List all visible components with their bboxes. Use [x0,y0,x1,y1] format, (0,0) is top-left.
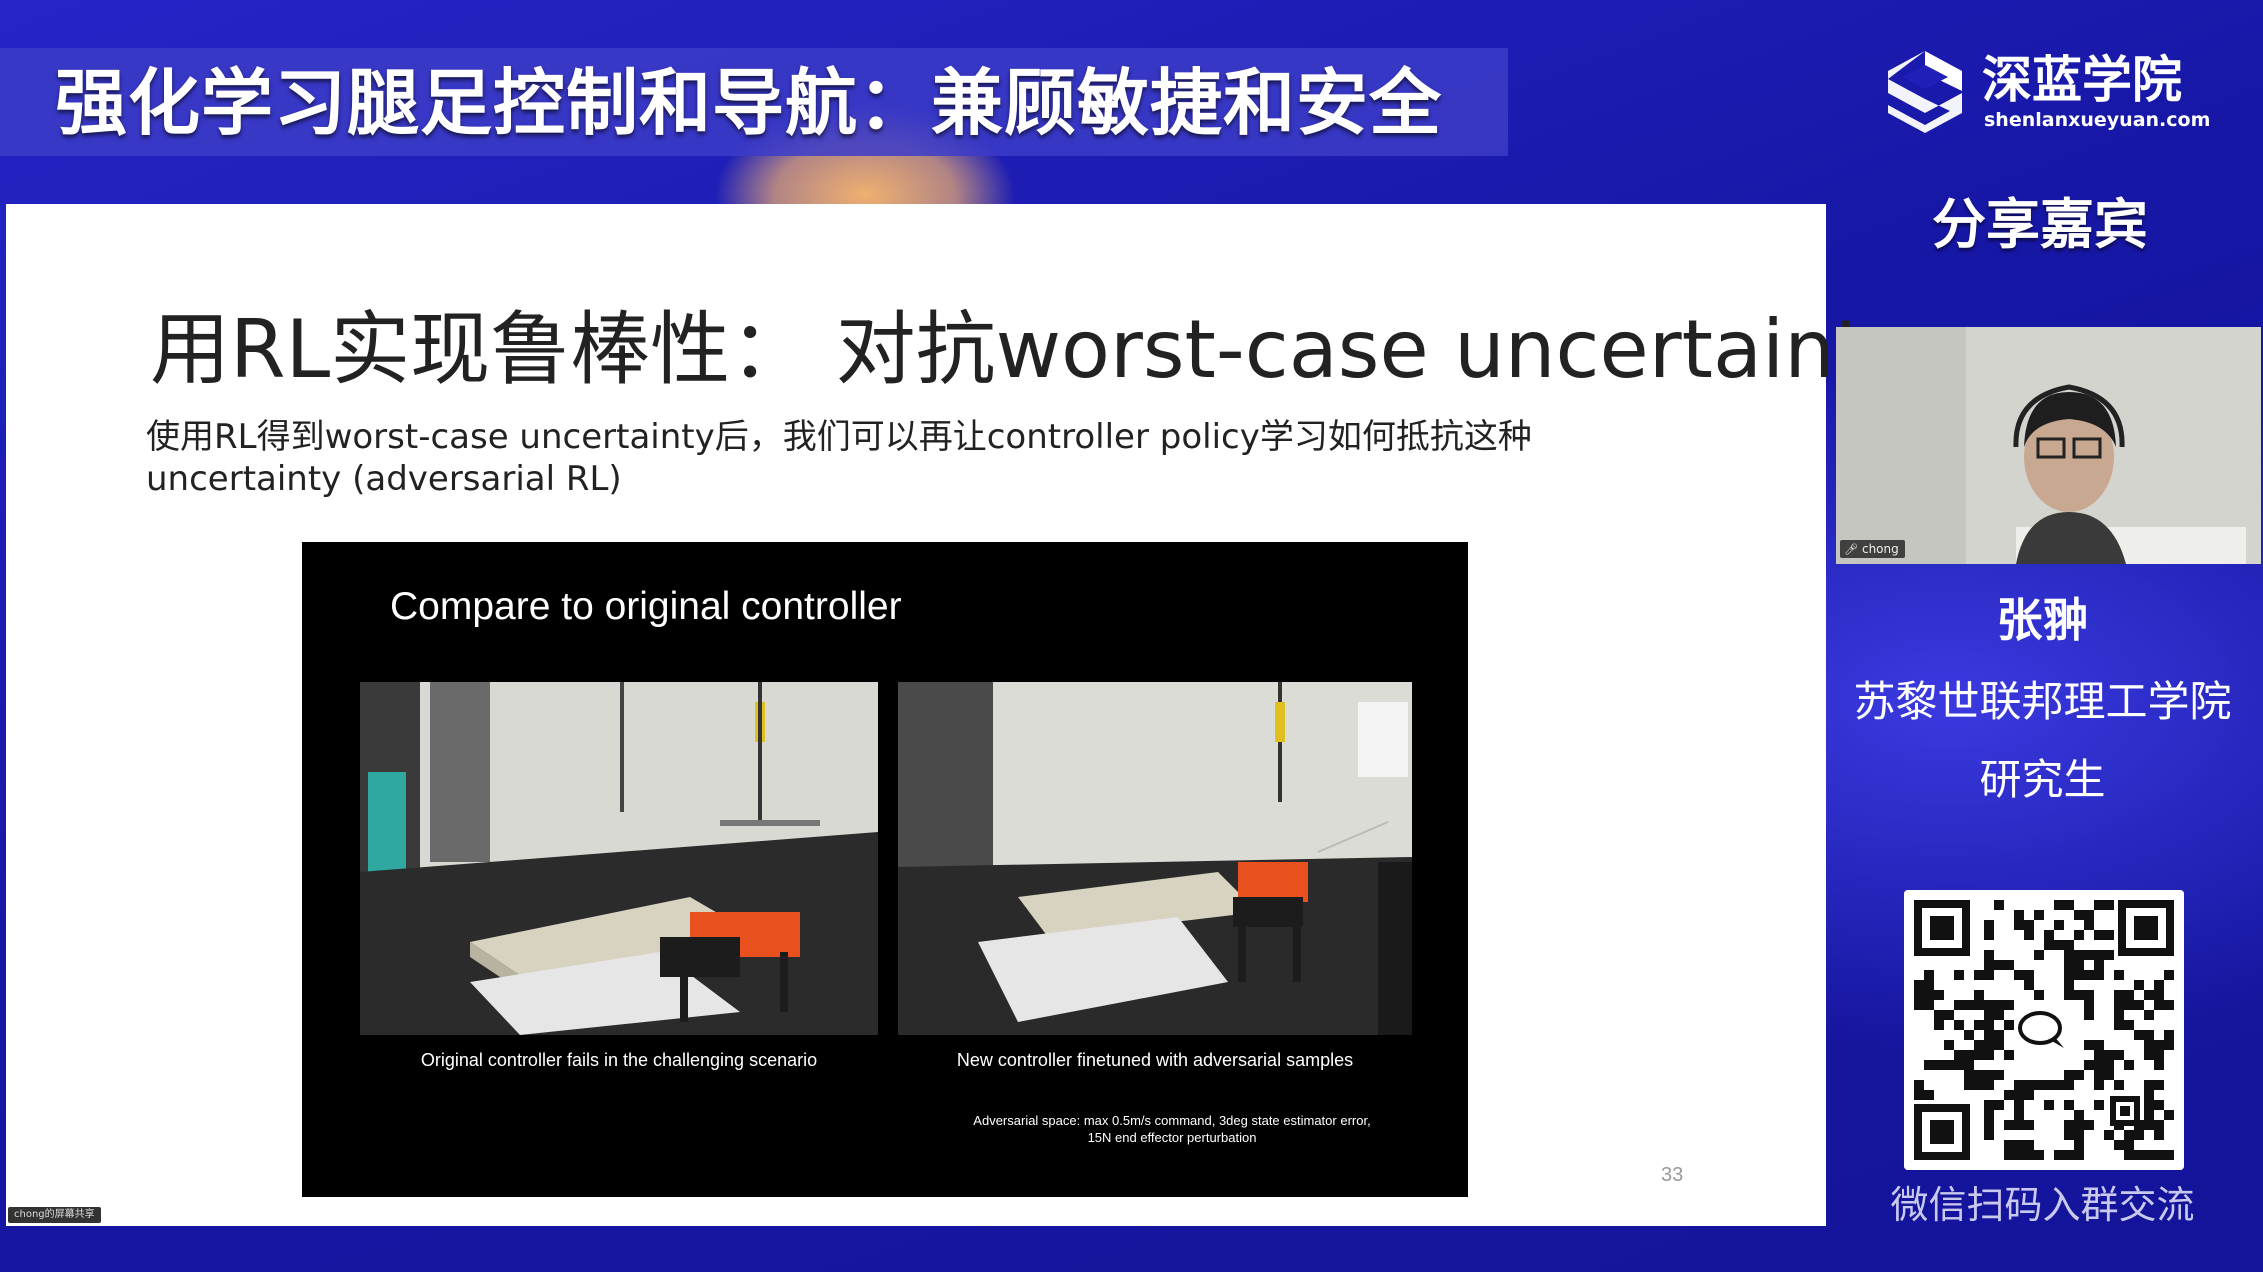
page-title: 强化学习腿足控制和导航：兼顾敏捷和安全 [55,61,1443,145]
embedded-video[interactable]: Compare to original controller Original … [302,542,1468,1197]
slide-title: 用RL实现鲁棒性： 对抗worst-case uncertainty [150,303,1914,396]
adversarial-note-line1: Adversarial space: max 0.5m/s command, 3… [973,1113,1371,1128]
microphone-icon: 🎤︎ [1844,543,1858,556]
speaker-name: 张翀 [1996,593,2089,647]
brand: 深蓝学院 shenlanxueyuan.com [1880,45,2210,145]
webcam-name-label: 🎤︎ chong [1840,540,1905,558]
slide-page-number: 33 [1661,1164,1684,1186]
webcam-name: chong [1861,542,1899,556]
brand-name: 深蓝学院 [1982,51,2182,109]
caption-new-controller: New controller finetuned with adversaria… [956,1050,1354,1070]
adversarial-space-note: Adversarial space: max 0.5m/s command, 3… [922,1112,1422,1146]
slide-subtitle: 使用RL得到worst-case uncertainty后，我们可以再让cont… [146,417,1532,499]
caption-original-controller: Original controller fails in the challen… [420,1050,818,1070]
guest-heading: 分享嘉宾 [1932,193,2148,256]
speaker-role: 研究生 [1979,755,2106,804]
video-title: Compare to original controller [390,585,902,628]
video-frame-original-controller [360,682,878,1035]
presentation-slide: 用RL实现鲁棒性： 对抗worst-case uncertainty 使用RL得… [6,204,1914,1226]
adversarial-note-line2: 15N end effector perturbation [1087,1130,1257,1145]
brand-url: shenlanxueyuan.com [1984,109,2211,131]
deep-blue-logo-icon [1888,51,1962,133]
qr-caption: 微信扫码入群交流 [1890,1183,2195,1227]
speaker-affiliation: 苏黎世联邦理工学院 [1853,677,2232,726]
speaker-webcam: 🎤︎ chong [1836,327,2261,564]
wechat-qr-code[interactable] [1904,890,2184,1170]
video-frame-new-controller [898,682,1412,1035]
screen-share-badge: chong的屏幕共享 [8,1207,101,1223]
